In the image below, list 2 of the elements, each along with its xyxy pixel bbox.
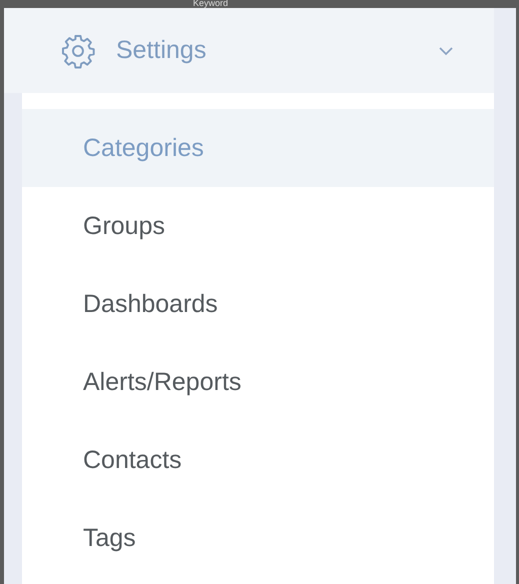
settings-icon — [60, 32, 96, 68]
menu-title: Settings — [116, 34, 208, 66]
